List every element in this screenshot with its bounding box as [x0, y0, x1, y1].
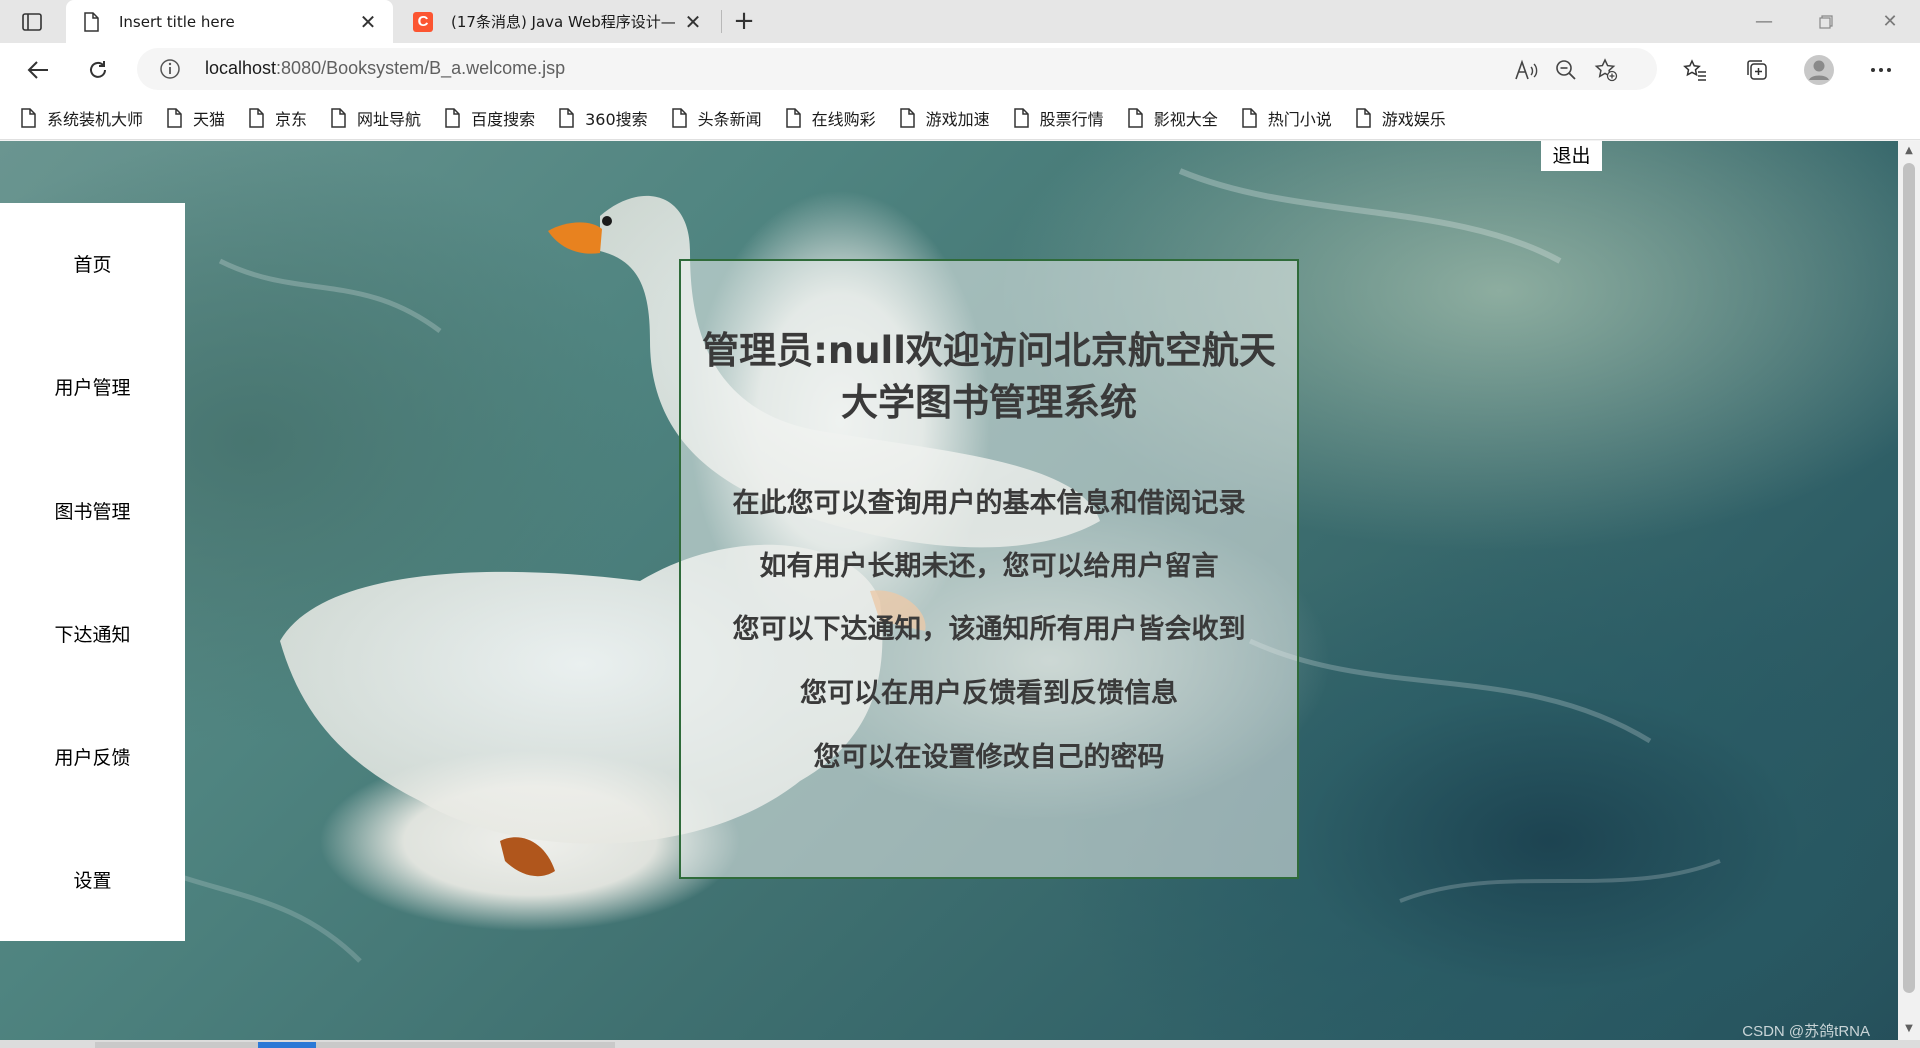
page-icon — [559, 108, 574, 128]
favorites-icon[interactable] — [1678, 53, 1712, 87]
bookmark-item[interactable]: 股票行情 — [1013, 106, 1104, 130]
read-aloud-icon[interactable] — [1513, 57, 1539, 83]
welcome-line: 在此您可以查询用户的基本信息和借阅记录 — [732, 488, 1246, 519]
bottom-bar — [0, 1040, 1920, 1048]
page-icon — [249, 108, 264, 128]
page-icon — [1127, 108, 1143, 128]
info-icon[interactable] — [159, 58, 181, 80]
welcome-line: 您可以下达通知，该通知所有用户皆会收到 — [732, 614, 1246, 645]
csdn-logo: C — [412, 11, 434, 33]
scroll-down-icon[interactable]: ▼ — [1903, 1023, 1915, 1035]
tab-title: (17条消息) Java Web程序设计— — [451, 13, 676, 31]
nav-item-user-feedback[interactable]: 用户反馈 — [0, 738, 185, 778]
vertical-scrollbar[interactable]: ▲ ▼ — [1898, 141, 1920, 1040]
welcome-line: 您可以在设置修改自己的密码 — [813, 742, 1165, 773]
tab-actions-icon[interactable] — [14, 9, 50, 35]
bottom-segment — [95, 1042, 615, 1048]
tab-csdn[interactable]: C (17条消息) Java Web程序设计— ✕ — [398, 0, 718, 43]
bookmark-item[interactable]: 网址导航 — [330, 106, 421, 130]
browser-toolbar: localhost:8080/Booksystem/B_a.welcome.js… — [0, 43, 1920, 97]
tab-strip: Insert title here ✕ C (17条消息) Java Web程序… — [0, 0, 1920, 43]
page-viewport: 退出 首页 用户管理 图书管理 下达通知 用户反馈 设置 管理员:null欢迎访… — [0, 141, 1898, 1040]
page-icon — [1241, 108, 1257, 128]
bookmark-item[interactable]: 天猫 — [166, 106, 225, 130]
bookmark-item[interactable]: 系统装机大师 — [20, 106, 143, 130]
bookmark-item[interactable]: 影视大全 — [1127, 106, 1218, 130]
page-icon — [331, 108, 346, 128]
welcome-line: 您可以在用户反馈看到反馈信息 — [800, 678, 1178, 709]
page-icon — [167, 108, 182, 128]
close-icon[interactable]: ✕ — [680, 9, 706, 35]
page-icon — [899, 108, 915, 128]
new-tab-button[interactable]: + — [729, 7, 759, 37]
nav-item-notifications[interactable]: 下达通知 — [0, 615, 185, 655]
close-icon[interactable]: ✕ — [355, 9, 381, 35]
address-bar[interactable]: localhost:8080/Booksystem/B_a.welcome.js… — [137, 48, 1657, 90]
add-favorite-icon[interactable] — [1593, 57, 1619, 83]
nav-item-home[interactable]: 首页 — [0, 245, 185, 285]
nav-item-settings[interactable]: 设置 — [0, 861, 185, 901]
bookmark-item[interactable]: 百度搜索 — [444, 106, 535, 130]
zoom-out-icon[interactable] — [1553, 57, 1579, 83]
more-icon[interactable] — [1864, 53, 1898, 87]
nav-item-book-management[interactable]: 图书管理 — [0, 492, 185, 532]
page-icon — [445, 108, 460, 128]
page-icon — [1013, 108, 1029, 128]
bottom-accent — [258, 1042, 316, 1048]
profile-icon[interactable] — [1802, 53, 1836, 87]
scroll-up-icon[interactable]: ▲ — [1903, 145, 1915, 157]
welcome-title: 管理员:null欢迎访问北京航空航天大学图书管理系统 — [702, 329, 1276, 424]
url-text[interactable]: localhost:8080/Booksystem/B_a.welcome.js… — [205, 58, 565, 79]
sidebar-nav: 首页 用户管理 图书管理 下达通知 用户反馈 设置 — [0, 203, 185, 941]
bookmark-item[interactable]: 360搜索 — [558, 106, 648, 130]
watermark: CSDN @苏鸽tRNA — [1742, 1023, 1870, 1040]
page-icon — [80, 11, 102, 33]
nav-item-user-management[interactable]: 用户管理 — [0, 368, 185, 408]
bookmarks-bar: 系统装机大师 天猫 京东 网址导航 百度搜索 360搜索 头条新闻 在线购彩 游… — [0, 97, 1920, 140]
page-icon — [21, 108, 36, 128]
welcome-panel: 管理员:null欢迎访问北京航空航天大学图书管理系统 在此您可以查询用户的基本信… — [679, 259, 1299, 879]
tab-divider — [721, 10, 722, 33]
bookmark-item[interactable]: 游戏加速 — [899, 106, 990, 130]
back-icon[interactable] — [21, 53, 55, 87]
minimize-icon[interactable]: — — [1741, 0, 1787, 43]
page-icon — [785, 108, 801, 128]
logout-button[interactable]: 退出 — [1541, 141, 1602, 171]
welcome-line: 如有用户长期未还，您可以给用户留言 — [759, 551, 1219, 582]
page-icon — [1355, 108, 1371, 128]
bookmark-item[interactable]: 游戏娱乐 — [1355, 106, 1446, 130]
collections-icon[interactable] — [1740, 53, 1774, 87]
scroll-thumb[interactable] — [1903, 163, 1915, 993]
page-icon — [671, 108, 687, 128]
bookmark-item[interactable]: 京东 — [248, 106, 307, 130]
restore-icon[interactable] — [1803, 0, 1849, 43]
close-window-icon[interactable]: ✕ — [1867, 0, 1913, 43]
tab-title: Insert title here — [119, 12, 235, 31]
refresh-icon[interactable] — [81, 53, 115, 87]
bookmark-item[interactable]: 在线购彩 — [785, 106, 876, 130]
tab-insert-title[interactable]: Insert title here ✕ — [66, 0, 393, 43]
bookmark-item[interactable]: 热门小说 — [1241, 106, 1332, 130]
bookmark-item[interactable]: 头条新闻 — [671, 106, 762, 130]
